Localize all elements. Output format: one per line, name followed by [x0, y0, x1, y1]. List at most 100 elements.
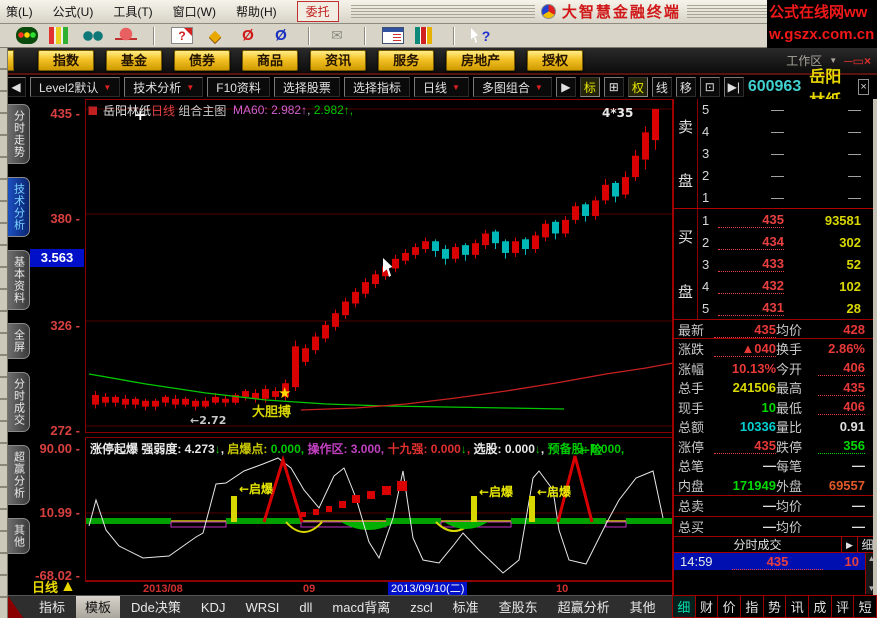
menu-item[interactable]: 策(L) [6, 5, 33, 19]
market-tab-债券[interactable]: 债券 [174, 50, 231, 71]
market-tab-服务[interactable]: 服务 [378, 50, 435, 71]
menu-item[interactable]: 工具(T) [113, 5, 152, 19]
market-tab-指数[interactable]: 指数 [38, 50, 95, 71]
sidebar-item-全屏[interactable]: 全屏 [8, 323, 30, 359]
bottom-tab-指标[interactable]: 指标 [30, 596, 74, 618]
nav-tool-7[interactable]: ▶| [723, 77, 744, 97]
nav-tool-3[interactable]: 权 [627, 77, 648, 97]
traffic-light-icon[interactable] [16, 27, 38, 44]
play-icon[interactable]: ▶ [841, 537, 857, 552]
diamond-icon[interactable]: ◆ [204, 27, 226, 45]
nav-button-选择股票[interactable]: 选择股票 [273, 77, 340, 97]
mini-tab-成[interactable]: 成 [809, 595, 832, 618]
menu-item[interactable]: 窗口(W) [173, 5, 216, 19]
market-tab-商品[interactable]: 商品 [242, 50, 299, 71]
buy-row-5: 5 431 28 [698, 297, 877, 319]
trade-price: 435 [732, 554, 823, 570]
sidebar-item-其他[interactable]: 其他 [8, 518, 30, 554]
title-bar: 策(L) 公式(U) 工具(T) 窗口(W) 帮助(H) 委托 大智慧金融终端 [0, 0, 877, 24]
price-axis-label: 380 [30, 211, 80, 226]
market-tab-房地产[interactable]: 房地产 [446, 50, 516, 71]
close-icon[interactable]: × [858, 79, 869, 95]
bottom-tab-标准[interactable]: 标准 [444, 596, 488, 618]
mini-tab-评[interactable]: 评 [831, 595, 855, 618]
market-tab-资讯[interactable]: 资讯 [310, 50, 367, 71]
level-price: 431 [718, 300, 784, 316]
nav-button-技术分析[interactable]: 技术分析 ▼ [124, 77, 204, 97]
menu-item-weituo[interactable]: 委托 [296, 1, 339, 22]
bottom-tab-KDJ[interactable]: KDJ [192, 596, 235, 618]
phone-red-icon[interactable]: Ø [237, 27, 259, 44]
books-icon[interactable] [415, 27, 437, 44]
mini-tab-短[interactable]: 短 [854, 595, 877, 618]
nav-tool-5[interactable]: 移 [675, 77, 696, 97]
menu-item[interactable]: 公式(U) [53, 5, 94, 19]
bottom-tab-超赢分析[interactable]: 超赢分析 [549, 596, 619, 618]
stat-label: 现手 [678, 400, 705, 416]
mini-tab-势[interactable]: 势 [763, 595, 787, 618]
nav-button-选择指标[interactable]: 选择指标 [343, 77, 410, 97]
price-axis-label: 272 [30, 423, 80, 438]
mini-tab-细[interactable]: 细 [672, 595, 696, 618]
nav-tool-2[interactable]: ⊞ [603, 77, 624, 97]
stat-value: 171949 [732, 477, 776, 493]
nav-button-多图组合[interactable]: 多图组合 ▼ [472, 77, 552, 97]
ticker-row[interactable]: 14:59 435 10 [674, 553, 877, 570]
stripe-bars-icon[interactable] [49, 27, 71, 44]
sidebar-item-分时走势[interactable]: 分时走势 [8, 104, 30, 164]
nav-button-Level2默认[interactable]: Level2默认 ▼ [30, 77, 121, 97]
price-plot[interactable]: ★ 大胆搏 ←2.72 4*35 + [85, 99, 674, 433]
layout-window-icon[interactable] [382, 27, 404, 44]
stat-label: 今开 [776, 361, 803, 377]
nav-tool-4[interactable]: 线 [651, 77, 672, 97]
flag-question-icon[interactable]: ? [171, 27, 193, 44]
period-selector[interactable]: 日线 ▲ [32, 577, 76, 596]
nav-button-日线[interactable]: 日线 ▼ [413, 77, 469, 97]
nav-tool-1[interactable]: 标 [579, 77, 600, 97]
stat-label: 总笔 [678, 459, 705, 475]
sidebar-item-技术分析[interactable]: 技术分析 [8, 177, 30, 237]
bottom-tab-dll[interactable]: dll [290, 596, 321, 618]
bottom-tab-zscl[interactable]: zscl [401, 596, 441, 618]
bottom-tab-查股东[interactable]: 查股东 [490, 596, 547, 618]
nav-tool-6[interactable]: ⊡ [699, 77, 720, 97]
stat-value: ▲040 [714, 341, 776, 357]
date-axis-label: 10 [556, 583, 569, 595]
nav-button-label: 日线 [422, 80, 447, 95]
bell-icon[interactable] [115, 27, 137, 44]
sidebar-item-分时成交[interactable]: 分时成交 [8, 372, 30, 432]
market-tab-bar: 指数 基金 债券 商品 资讯 服务 房地产 授权 工作区 ▼ ─▭× [0, 48, 877, 75]
sidebar-item-基本资料[interactable]: 基本资料 [8, 250, 30, 310]
level-price: — [771, 189, 784, 205]
level-volume: — [848, 102, 861, 118]
sidebar-item-超赢分析[interactable]: 超赢分析 [8, 445, 30, 505]
stat-row: 内盘 171949 外盘 69557 [674, 476, 877, 496]
nav-back-button[interactable]: ◀ [6, 77, 26, 97]
nav-button-F10资料[interactable]: F10资料 [207, 77, 270, 97]
market-tab-授权[interactable]: 授权 [527, 50, 584, 71]
mini-tab-财[interactable]: 财 [695, 595, 719, 618]
menu-item[interactable]: 帮助(H) [236, 5, 277, 19]
quote-panel: 卖盘 5— —4— —3— —2— —1— — 买盘 1 435 93581 2 434 302 3 433 5… [672, 99, 877, 595]
book-side-label: 买盘 [674, 209, 698, 319]
indicator-plot[interactable]: ←启爆 ←启爆 ←启爆 ←险 [85, 437, 674, 581]
bottom-tab-Dde决策[interactable]: Dde决策 [122, 596, 190, 618]
mini-tab-讯[interactable]: 讯 [786, 595, 810, 618]
help-pointer-icon[interactable]: ? [471, 27, 493, 44]
chart-title: 岳阳林纸 日线 组合主图 MA60: 2.982↑, 2.982↑, [88, 102, 353, 118]
mini-tab-指[interactable]: 指 [741, 595, 764, 618]
binoculars-icon[interactable] [82, 27, 104, 44]
phone-blue-icon[interactable]: Ø [270, 27, 292, 44]
bottom-tab-macd背离[interactable]: macd背离 [323, 596, 399, 618]
level-number: 5 [702, 102, 710, 118]
mail-icon[interactable]: ✉ [326, 27, 348, 44]
bottom-tab-WRSI[interactable]: WRSI [236, 596, 288, 618]
stat-value: — [763, 518, 776, 534]
bottom-tab-模板[interactable]: 模板 [76, 595, 121, 618]
bottom-tab-其他[interactable]: 其他 [621, 596, 665, 618]
mini-tab-价[interactable]: 价 [718, 595, 742, 618]
market-tab-基金[interactable]: 基金 [106, 50, 163, 71]
level-price: 433 [718, 256, 784, 272]
level-volume: — [848, 167, 861, 183]
nav-forward-button[interactable]: ▶ [555, 77, 576, 97]
